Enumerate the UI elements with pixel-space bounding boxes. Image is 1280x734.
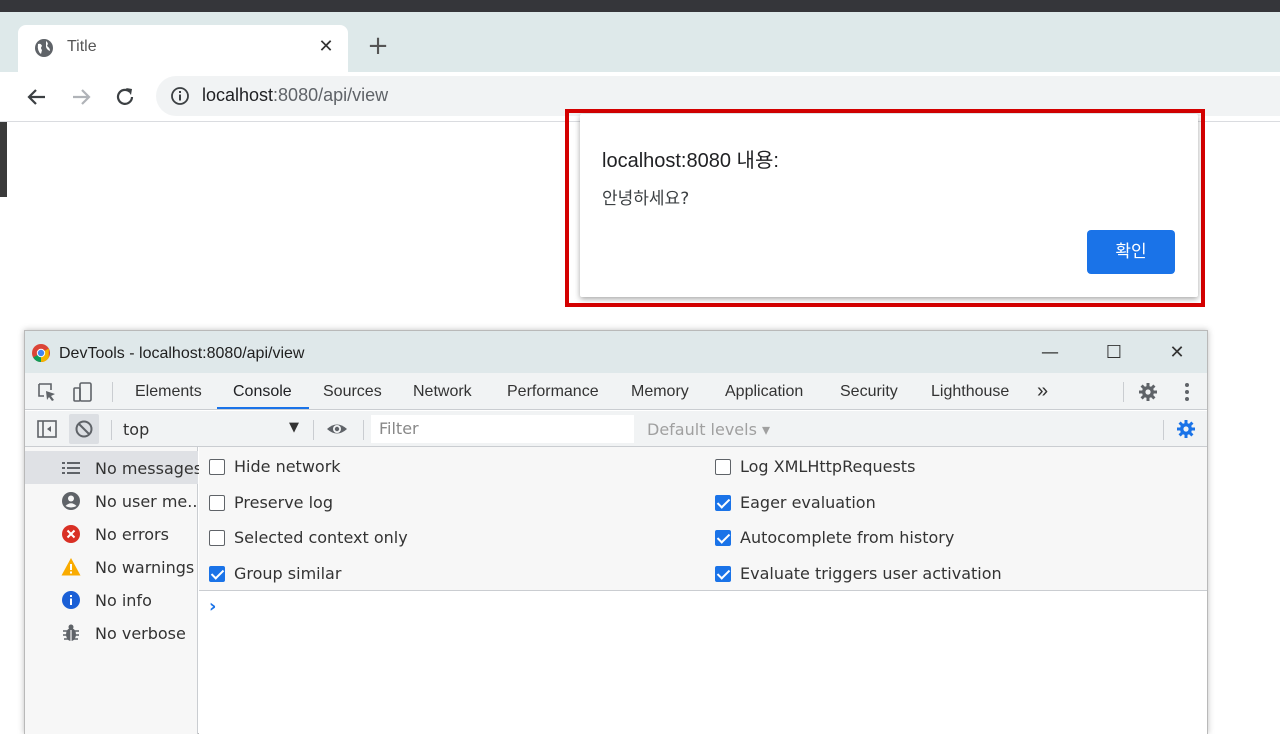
maximize-button[interactable]: ☐ xyxy=(1099,339,1129,367)
sidebar-item-label: No info xyxy=(95,591,152,610)
devtools-tab-bar: Elements Console Sources Network Perform… xyxy=(25,373,1207,410)
browser-tab[interactable]: Title ✕ xyxy=(18,25,348,73)
tab-sources[interactable]: Sources xyxy=(323,383,382,401)
tab-security[interactable]: Security xyxy=(840,383,898,401)
checkbox-checked[interactable] xyxy=(715,566,731,582)
list-icon xyxy=(62,462,80,474)
chevron-down-icon[interactable]: ▼ xyxy=(289,420,299,435)
device-toolbar-icon[interactable] xyxy=(72,381,94,403)
sidebar-item-label: No messages xyxy=(95,459,203,478)
checkbox-checked[interactable] xyxy=(209,566,225,582)
inspect-element-icon[interactable] xyxy=(36,381,58,403)
minimize-button[interactable]: — xyxy=(1035,339,1065,367)
sidebar-item-info[interactable]: No info xyxy=(25,583,198,616)
more-tabs-icon[interactable]: » xyxy=(1037,380,1048,403)
devtools-title-bar: DevTools - localhost:8080/api/view — ☐ ✕ xyxy=(25,331,1207,373)
eye-icon[interactable] xyxy=(326,418,348,440)
sidebar-toggle-icon[interactable] xyxy=(36,418,58,440)
console-filter-bar: top ▼ Filter Default levels ▾ xyxy=(25,411,1207,447)
toolbar-separator xyxy=(363,420,364,440)
toolbar-separator xyxy=(112,382,113,402)
toolbar-separator xyxy=(1123,382,1124,402)
option-label: Evaluate triggers user activation xyxy=(740,564,1002,583)
checkbox-checked[interactable] xyxy=(715,530,731,546)
url-text: localhost:8080/api/view xyxy=(202,85,388,106)
tab-elements[interactable]: Elements xyxy=(135,383,202,401)
checkbox[interactable] xyxy=(209,530,225,546)
context-selector[interactable]: top xyxy=(123,420,149,439)
sidebar-item-label: No verbose xyxy=(95,624,186,643)
option-label: Autocomplete from history xyxy=(740,528,955,547)
tab-memory[interactable]: Memory xyxy=(631,383,689,401)
console-settings-pane: Hide network Preserve log Selected conte… xyxy=(199,447,1207,591)
more-options-icon[interactable] xyxy=(1176,381,1198,403)
error-icon xyxy=(62,525,80,543)
close-tab-icon[interactable]: ✕ xyxy=(316,37,336,57)
console-input-area[interactable]: › xyxy=(199,592,1207,734)
forward-arrow-icon[interactable] xyxy=(68,84,94,110)
devtools-window: DevTools - localhost:8080/api/view — ☐ ✕… xyxy=(24,330,1208,734)
bug-icon xyxy=(63,624,79,641)
clear-console-icon[interactable] xyxy=(73,418,95,440)
settings-gear-icon[interactable] xyxy=(1137,381,1159,403)
checkbox[interactable] xyxy=(715,459,731,475)
site-info-icon[interactable] xyxy=(170,86,190,106)
log-levels-dropdown[interactable]: Default levels ▾ xyxy=(647,420,770,439)
console-prompt-chevron-icon: › xyxy=(209,596,217,617)
toolbar-separator xyxy=(1163,420,1164,440)
os-title-bar xyxy=(0,0,1280,12)
reload-icon[interactable] xyxy=(112,84,138,110)
checkbox[interactable] xyxy=(209,459,225,475)
tab-lighthouse[interactable]: Lighthouse xyxy=(931,383,1009,401)
checkbox-checked[interactable] xyxy=(715,495,731,511)
devtools-window-title: DevTools - localhost:8080/api/view xyxy=(59,345,305,362)
window-edge xyxy=(0,122,7,197)
toolbar-separator xyxy=(111,420,112,440)
url-path: :8080/api/view xyxy=(273,85,389,105)
close-window-button[interactable]: ✕ xyxy=(1162,339,1192,367)
tab-console[interactable]: Console xyxy=(233,383,292,401)
sidebar-item-label: No user me... xyxy=(95,492,203,511)
option-label: Group similar xyxy=(234,564,342,583)
filter-input[interactable]: Filter xyxy=(371,415,634,443)
option-label: Log XMLHttpRequests xyxy=(740,457,916,476)
browser-tab-strip: Title ✕ + xyxy=(0,12,1280,73)
alert-dialog: localhost:8080 내용: 안녕하세요? 확인 xyxy=(580,114,1198,297)
sidebar-item-errors[interactable]: No errors xyxy=(25,517,198,550)
option-label: Preserve log xyxy=(234,493,333,512)
sidebar-item-warnings[interactable]: No warnings xyxy=(25,550,198,583)
back-arrow-icon[interactable] xyxy=(24,84,50,110)
info-icon xyxy=(62,591,80,609)
toolbar-separator xyxy=(313,420,314,440)
option-label: Eager evaluation xyxy=(740,493,876,512)
console-settings-gear-icon[interactable] xyxy=(1175,418,1197,440)
sidebar-item-user-messages[interactable]: No user me... xyxy=(25,484,203,517)
warning-icon xyxy=(61,558,81,576)
url-host: localhost xyxy=(202,85,274,105)
alert-message: 안녕하세요? xyxy=(602,189,690,209)
alert-ok-button[interactable]: 확인 xyxy=(1087,230,1175,274)
tab-network[interactable]: Network xyxy=(413,383,472,401)
alert-heading: localhost:8080 내용: xyxy=(602,150,779,172)
tab-performance[interactable]: Performance xyxy=(507,383,599,401)
option-label: Selected context only xyxy=(234,528,408,547)
sidebar-item-label: No errors xyxy=(95,525,169,544)
active-tab-indicator xyxy=(217,407,309,409)
new-tab-button[interactable]: + xyxy=(366,33,390,59)
tab-application[interactable]: Application xyxy=(725,383,803,401)
console-sidebar: No messages No user me... No errors No w… xyxy=(25,447,203,734)
sidebar-item-verbose[interactable]: No verbose xyxy=(25,616,198,649)
checkbox[interactable] xyxy=(209,495,225,511)
tab-title: Title xyxy=(67,38,97,55)
sidebar-item-label: No warnings xyxy=(95,558,195,577)
user-icon xyxy=(62,492,80,510)
chrome-logo-icon xyxy=(32,344,50,362)
globe-icon xyxy=(35,39,53,57)
option-label: Hide network xyxy=(234,457,341,476)
sidebar-item-messages[interactable]: No messages xyxy=(25,451,202,484)
